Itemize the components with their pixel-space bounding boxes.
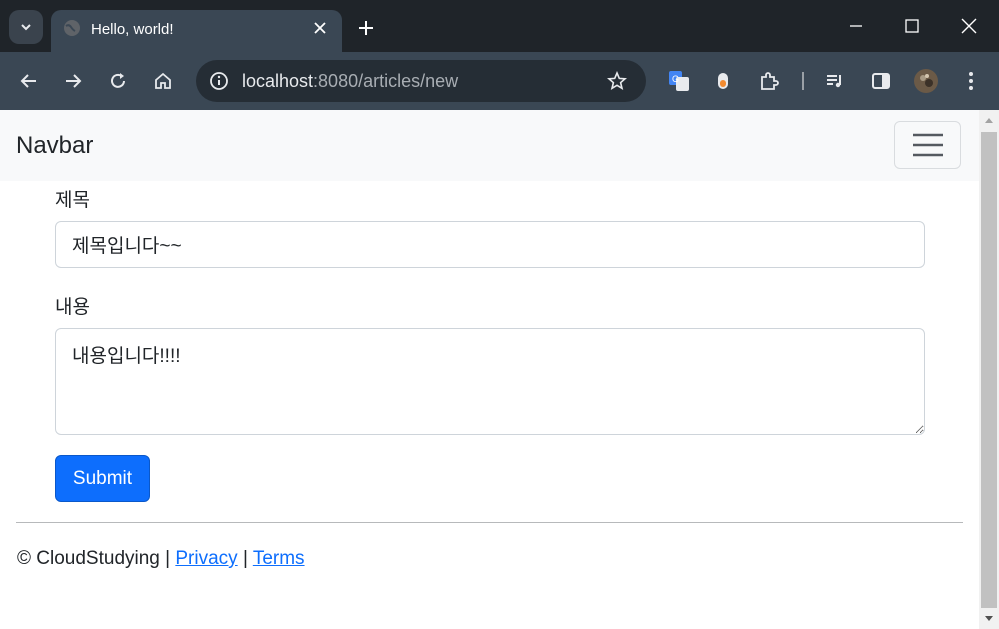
profile-button[interactable] [913, 68, 939, 94]
queue-music-icon [827, 75, 841, 88]
arrow-right-icon [66, 74, 82, 88]
star-icon [607, 71, 627, 90]
minimize-icon [850, 25, 862, 27]
navbar-toggler-button[interactable] [894, 121, 961, 169]
home-button[interactable] [150, 68, 176, 94]
close-icon [961, 18, 977, 34]
browser-tab[interactable]: Hello, world! [51, 10, 342, 52]
footer-separator: | [242, 548, 248, 569]
footer: © CloudStudying | Privacy | Terms [17, 548, 305, 570]
tab-title: Hello, world! [91, 21, 174, 38]
home-icon [155, 72, 171, 89]
caret-up-icon [985, 118, 993, 123]
puzzle-icon [761, 72, 779, 90]
new-tab-button[interactable] [354, 16, 378, 40]
caret-down-icon [985, 616, 993, 621]
svg-text:G: G [672, 74, 679, 84]
navbar-brand[interactable]: Navbar [16, 132, 93, 160]
back-button[interactable] [16, 68, 42, 94]
submit-button[interactable]: Submit [55, 455, 150, 502]
plus-icon [359, 21, 373, 35]
hamburger-icon [912, 133, 943, 157]
terms-link[interactable]: Terms [253, 548, 305, 569]
page-viewport: Navbar 제목 내용 내용입니다!!!! Submit © CloudStu… [0, 110, 979, 629]
avatar [914, 69, 938, 93]
content-label: 내용 [55, 297, 90, 318]
more-vertical-icon [969, 72, 973, 90]
browser-tab-strip: Hello, world! [0, 0, 999, 52]
footer-divider [16, 522, 963, 523]
media-controls-button[interactable] [822, 68, 848, 94]
maximize-icon [905, 19, 919, 33]
side-panel-icon [872, 73, 890, 89]
vertical-scrollbar[interactable] [979, 110, 999, 629]
site-info-button[interactable] [206, 68, 232, 94]
translate-icon: G [669, 71, 689, 91]
bookmark-button[interactable] [604, 68, 630, 94]
reload-icon [111, 73, 125, 88]
extension-button[interactable] [710, 68, 736, 94]
side-panel-button[interactable] [868, 68, 894, 94]
browser-menu-button[interactable] [958, 68, 984, 94]
scroll-up-button[interactable] [979, 110, 999, 130]
extension-icon [718, 73, 728, 89]
privacy-link[interactable]: Privacy [175, 548, 237, 569]
address-bar[interactable]: localhost:8080/articles/new [196, 60, 646, 102]
url-host: localhost [242, 71, 314, 91]
url-path: :8080/articles/new [313, 71, 459, 91]
reload-button[interactable] [105, 68, 131, 94]
extensions-button[interactable] [756, 68, 782, 94]
tab-close-button[interactable] [310, 18, 330, 38]
maximize-button[interactable] [898, 12, 926, 40]
window-close-button[interactable] [955, 12, 983, 40]
globe-icon [64, 20, 80, 36]
minimize-button[interactable] [842, 12, 870, 40]
title-label: 제목 [55, 190, 90, 211]
close-icon [314, 22, 326, 34]
title-input[interactable] [55, 221, 925, 268]
scrollbar-thumb[interactable] [981, 132, 997, 608]
info-icon [210, 72, 228, 90]
scroll-down-button[interactable] [979, 609, 999, 629]
tab-search-button[interactable] [9, 10, 43, 44]
arrow-left-icon [20, 74, 36, 88]
google-translate-extension[interactable]: G [666, 68, 692, 94]
navbar: Navbar [0, 110, 979, 181]
forward-button[interactable] [60, 68, 86, 94]
url-text: localhost:8080/articles/new [242, 71, 458, 92]
toolbar-divider [802, 72, 804, 90]
chevron-down-icon [21, 24, 31, 31]
browser-toolbar: localhost:8080/articles/new G [0, 52, 999, 110]
content-textarea[interactable]: 내용입니다!!!! [55, 328, 925, 435]
footer-copyright: © CloudStudying | [17, 548, 171, 569]
